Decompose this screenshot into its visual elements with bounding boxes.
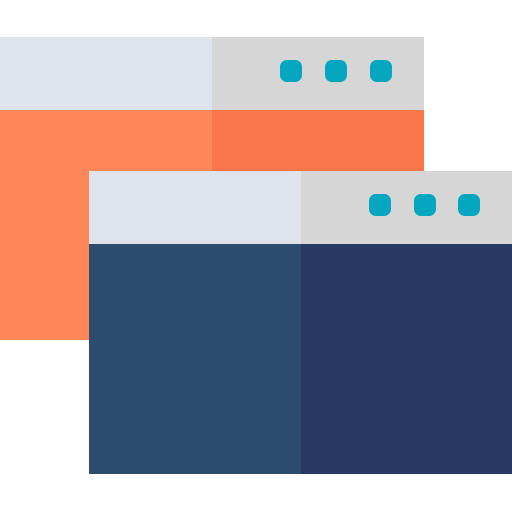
front-window-body-left: [89, 244, 301, 474]
front-window-controls: [369, 194, 480, 216]
back-window-dot-icon-3: [370, 60, 392, 82]
back-window-titlebar-left: [0, 37, 212, 110]
front-window: [89, 171, 512, 474]
front-window-titlebar-right: [301, 171, 512, 244]
front-window-dot-icon-2: [414, 194, 436, 216]
back-window-controls: [280, 60, 392, 82]
front-window-body-right: [301, 244, 512, 474]
front-window-dot-icon-1: [369, 194, 391, 216]
back-window-titlebar-right: [212, 37, 424, 110]
front-window-titlebar-left: [89, 171, 301, 244]
browser-windows-illustration: [0, 37, 512, 474]
front-window-dot-icon-3: [458, 194, 480, 216]
multiple-browser-windows-icon: [0, 0, 512, 512]
back-window-dot-icon-1: [280, 60, 302, 82]
back-window-dot-icon-2: [325, 60, 347, 82]
